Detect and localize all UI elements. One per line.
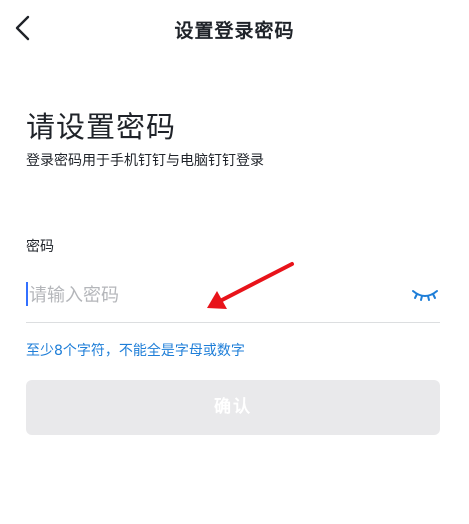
password-input[interactable] [29, 276, 399, 314]
navigation-bar: 设置登录密码 [0, 0, 469, 56]
password-visibility-toggle[interactable] [410, 284, 440, 306]
text-caret [26, 282, 28, 306]
heading: 请设置密码 [26, 110, 177, 144]
annotation-arrow [207, 262, 294, 309]
confirm-button[interactable]: 确认 [26, 380, 440, 435]
password-field [26, 272, 440, 323]
page-title: 设置登录密码 [174, 20, 295, 42]
eye-closed-icon [412, 290, 438, 301]
password-label: 密码 [26, 239, 54, 255]
password-hint: 至少8个字符，不能全是字母或数字 [26, 343, 245, 359]
subtitle: 登录密码用于手机钉钉与电脑钉钉登录 [26, 153, 264, 169]
